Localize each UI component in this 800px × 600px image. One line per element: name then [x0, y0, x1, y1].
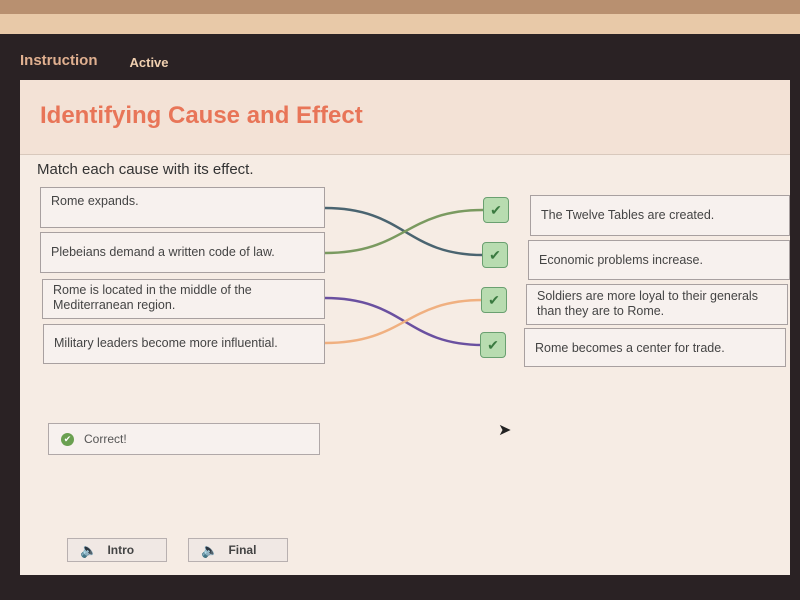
intro-button[interactable]: 🔈 Intro	[67, 538, 167, 562]
speaker-icon: 🔈	[80, 541, 98, 558]
match-line-1	[324, 208, 484, 255]
cause-item[interactable]: Rome expands.	[40, 187, 325, 228]
speaker-icon: 🔈	[201, 541, 219, 558]
effect-item[interactable]: Soldiers are more loyal to their general…	[526, 284, 788, 325]
effect-item[interactable]: The Twelve Tables are created.	[530, 195, 790, 236]
mouse-cursor-icon: ➤	[498, 422, 512, 439]
browser-bar	[0, 14, 800, 34]
final-button[interactable]: 🔈 Final	[188, 538, 288, 562]
check-icon: ✔	[483, 197, 509, 223]
feedback-correct: ✔ Correct!	[48, 423, 320, 455]
effect-item[interactable]: Economic problems increase.	[528, 240, 790, 280]
check-circle-icon: ✔	[61, 432, 74, 446]
tab-active[interactable]: Active	[130, 55, 169, 70]
check-icon: ✔	[481, 287, 507, 313]
check-icon: ✔	[482, 242, 508, 268]
activity-panel: Identifying Cause and Effect Match each …	[20, 80, 790, 575]
tab-instruction[interactable]: Instruction	[20, 52, 98, 70]
window-title-strip	[0, 0, 800, 14]
match-line-3	[324, 298, 484, 345]
cause-item[interactable]: Rome is located in the middle of the Med…	[42, 279, 325, 319]
check-icon: ✔	[480, 332, 506, 358]
effect-item[interactable]: Rome becomes a center for trade.	[524, 328, 786, 367]
intro-label: Intro	[107, 543, 135, 557]
cause-item[interactable]: Military leaders become more influential…	[43, 324, 325, 364]
feedback-text: Correct!	[84, 432, 127, 446]
final-label: Final	[228, 543, 257, 557]
nav-tabs: Instruction Active	[20, 52, 169, 70]
cause-item[interactable]: Plebeians demand a written code of law.	[40, 232, 325, 273]
